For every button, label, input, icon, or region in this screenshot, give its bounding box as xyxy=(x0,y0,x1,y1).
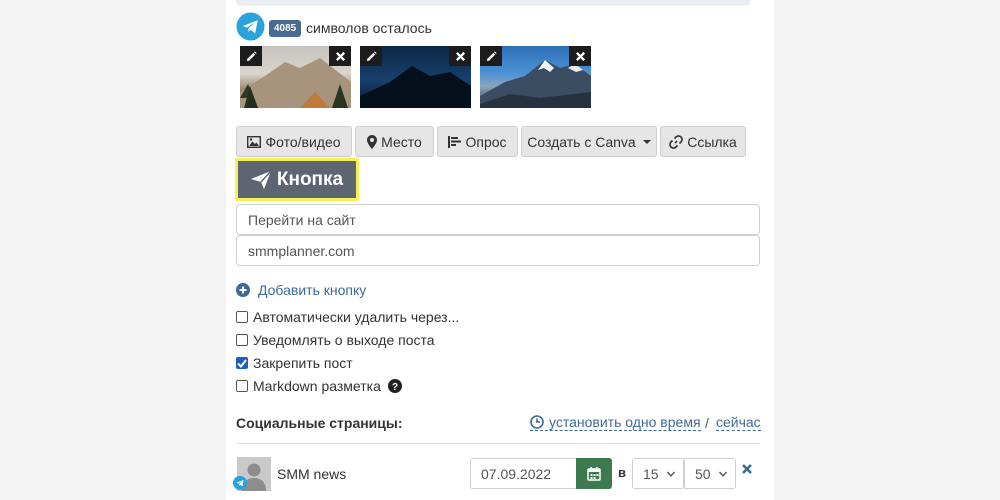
media-thumbnail-2[interactable] xyxy=(360,46,471,108)
notify-option[interactable]: Уведомлять о выходе поста xyxy=(236,331,435,349)
add-link-button[interactable]: Ссылка xyxy=(660,126,746,157)
telegram-badge-icon xyxy=(233,476,247,490)
media-thumbnail-1[interactable] xyxy=(240,46,351,108)
text-area-bottom-edge xyxy=(236,0,750,4)
create-with-canva-dropdown[interactable]: Создать с Canva xyxy=(521,126,657,157)
minute-select[interactable]: 50 xyxy=(684,458,736,489)
pin-post-checkbox[interactable] xyxy=(236,357,248,369)
media-thumbnail-3[interactable] xyxy=(480,46,591,108)
button-text-input[interactable] xyxy=(236,204,760,235)
markdown-checkbox[interactable] xyxy=(236,380,248,392)
social-pages-title: Социальные страницы: xyxy=(236,415,403,431)
now-link[interactable]: сейчас xyxy=(716,414,761,431)
close-icon xyxy=(335,51,345,61)
chars-left-label: символов осталось xyxy=(306,20,432,36)
help-circle-icon[interactable]: ? xyxy=(387,379,402,393)
chars-left-badge: 4085 xyxy=(269,20,302,37)
svg-text:?: ? xyxy=(392,382,398,393)
add-button-label: Добавить кнопку xyxy=(258,282,367,298)
clock-icon xyxy=(530,415,544,429)
remove-media-button[interactable] xyxy=(569,46,591,66)
separator: / xyxy=(705,415,709,431)
markdown-option[interactable]: Markdown разметка ? xyxy=(236,377,402,395)
chevron-down-icon xyxy=(666,471,676,477)
calendar-icon xyxy=(587,466,601,481)
image-icon xyxy=(247,135,262,148)
button-url-input[interactable] xyxy=(236,235,760,266)
pin-post-option[interactable]: Закрепить пост xyxy=(236,354,353,372)
map-marker-icon xyxy=(367,134,378,149)
add-photo-video-label: Фото/видео xyxy=(265,133,341,150)
add-link-label: Ссылка xyxy=(687,133,737,150)
edit-media-button[interactable] xyxy=(480,46,502,66)
poll-icon xyxy=(448,135,462,148)
publish-date-input[interactable] xyxy=(470,458,576,489)
add-place-label: Место xyxy=(381,133,422,150)
remove-page-icon[interactable] xyxy=(741,463,753,475)
calendar-button[interactable] xyxy=(576,458,612,489)
remove-media-button[interactable] xyxy=(449,46,471,66)
button-tab-label: Кнопка xyxy=(276,168,344,190)
add-poll-button[interactable]: Опрос xyxy=(437,126,518,157)
edit-media-button[interactable] xyxy=(360,46,382,66)
divider xyxy=(236,443,760,444)
auto-delete-label: Автоматически удалить через... xyxy=(253,309,460,325)
remove-media-button[interactable] xyxy=(329,46,351,66)
set-one-time-label: установить одно время xyxy=(549,414,701,430)
auto-delete-option[interactable]: Автоматически удалить через... xyxy=(236,308,459,326)
pencil-icon xyxy=(246,50,257,61)
close-icon xyxy=(455,51,465,61)
auto-delete-checkbox[interactable] xyxy=(236,311,248,323)
add-photo-video-button[interactable]: Фото/видео xyxy=(236,126,352,157)
plus-circle-icon xyxy=(236,283,250,297)
checkmark-icon xyxy=(237,358,247,368)
pencil-icon xyxy=(486,50,497,61)
hour-select[interactable]: 15 xyxy=(632,458,684,489)
pencil-icon xyxy=(366,50,377,61)
pin-post-label: Закрепить пост xyxy=(253,355,353,371)
set-one-time-link[interactable]: установить одно время xyxy=(530,414,701,431)
telegram-icon xyxy=(236,12,265,41)
chevron-down-icon xyxy=(718,471,728,477)
create-with-canva-label: Создать с Canva xyxy=(527,133,636,150)
social-page-name: SMM news xyxy=(277,466,347,482)
hour-value: 15 xyxy=(643,465,659,482)
at-label: в xyxy=(618,465,626,480)
edit-media-button[interactable] xyxy=(240,46,262,66)
add-button-link[interactable]: Добавить кнопку xyxy=(236,281,366,299)
button-tab-button[interactable]: Кнопка xyxy=(235,158,359,201)
markdown-label: Markdown разметка xyxy=(253,378,381,394)
notify-label: Уведомлять о выходе поста xyxy=(253,332,435,348)
caret-down-icon xyxy=(642,139,651,144)
add-place-button[interactable]: Место xyxy=(355,126,434,157)
link-icon xyxy=(669,134,684,149)
add-poll-label: Опрос xyxy=(465,133,507,150)
close-icon xyxy=(575,51,585,61)
notify-checkbox[interactable] xyxy=(236,334,248,346)
paper-plane-icon xyxy=(250,170,271,189)
minute-value: 50 xyxy=(695,465,711,482)
